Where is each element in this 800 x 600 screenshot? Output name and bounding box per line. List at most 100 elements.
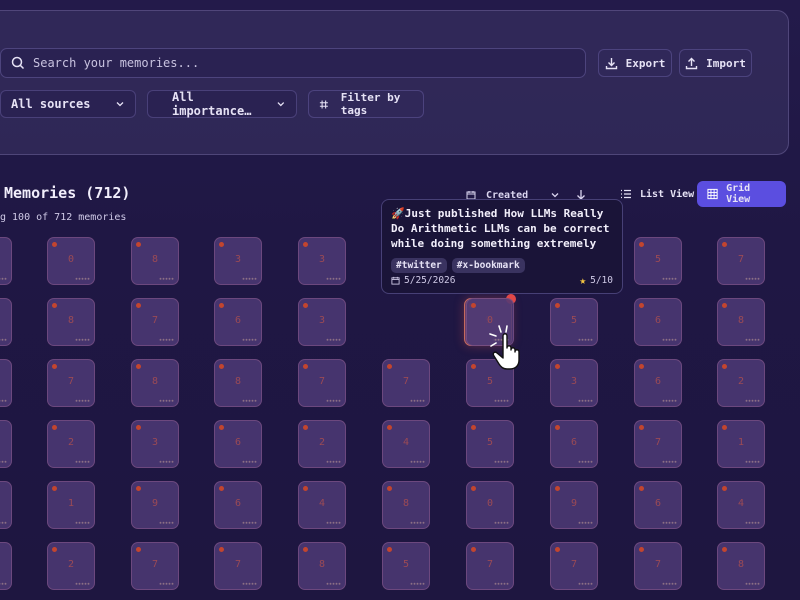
memory-tile[interactable]: 7 ★★★★★ [717, 237, 765, 285]
source-dot [136, 242, 141, 247]
memory-tile[interactable]: 7 ★★★★★ [382, 359, 430, 407]
upload-icon [685, 57, 698, 69]
memory-tile[interactable]: 3 ★★★★★ [550, 359, 598, 407]
source-dot [52, 425, 57, 430]
tile-glyph: 2 [67, 559, 75, 570]
source-dot [219, 486, 224, 491]
memory-tile[interactable]: ★★★★★ [0, 298, 12, 346]
memory-tile[interactable]: 2 ★★★★★ [47, 542, 95, 590]
importance-select-value: All importance… [172, 90, 252, 118]
memory-tile[interactable]: 6 ★★★★★ [214, 481, 262, 529]
tile-glyph: 5 [486, 376, 494, 387]
memory-tile[interactable]: 9 ★★★★★ [131, 481, 179, 529]
importance-stars: ★★★★★ [577, 337, 593, 343]
memory-tile[interactable]: 6 ★★★★★ [634, 359, 682, 407]
importance-stars: ★★★★★ [241, 276, 257, 282]
tile-glyph: 8 [151, 254, 159, 265]
memory-tile[interactable]: 2 ★★★★★ [298, 420, 346, 468]
source-dot [52, 364, 57, 369]
importance-stars: ★★★★★ [409, 520, 425, 526]
memory-tile[interactable]: ★★★★★ [0, 542, 12, 590]
source-dot [52, 547, 57, 552]
memory-tile[interactable]: 6 ★★★★★ [214, 298, 262, 346]
memory-tile[interactable]: 3 ★★★★★ [131, 420, 179, 468]
memory-tile[interactable]: 8 ★★★★★ [382, 481, 430, 529]
memory-tile[interactable]: 3 ★★★★★ [298, 237, 346, 285]
tile-glyph: 7 [654, 559, 662, 570]
tile-glyph: 2 [67, 437, 75, 448]
memory-tile[interactable]: ★★★★★ [0, 420, 12, 468]
memory-tile[interactable]: 6 ★★★★★ [214, 420, 262, 468]
tile-glyph: 8 [67, 315, 75, 326]
importance-stars: ★★★★★ [744, 276, 760, 282]
source-select[interactable]: All sources [0, 90, 136, 118]
tile-glyph: 2 [737, 376, 745, 387]
memory-tile[interactable]: 5 ★★★★★ [550, 298, 598, 346]
memory-tile[interactable]: 8 ★★★★★ [47, 298, 95, 346]
importance-stars: ★★★★★ [493, 398, 509, 404]
memory-tile[interactable]: 8 ★★★★★ [717, 542, 765, 590]
memory-tile[interactable]: 4 ★★★★★ [382, 420, 430, 468]
list-view-button[interactable]: List View [610, 181, 704, 207]
memory-tile[interactable]: 7 ★★★★★ [131, 298, 179, 346]
memory-tile[interactable]: 8 ★★★★★ [214, 359, 262, 407]
memory-tile[interactable]: 0 ★★★★★ [466, 481, 514, 529]
importance-stars: ★★★★★ [661, 398, 677, 404]
memory-tile[interactable]: 7 ★★★★★ [131, 542, 179, 590]
tile-glyph: 6 [234, 498, 242, 509]
tooltip-footer: 5/25/2026 ★ 5/10 [391, 274, 613, 287]
memory-tile[interactable]: 7 ★★★★★ [634, 542, 682, 590]
source-dot [555, 364, 560, 369]
importance-select[interactable]: All importance… [147, 90, 297, 118]
filter-by-tags-button[interactable]: Filter by tags [308, 90, 424, 118]
memory-tile[interactable]: 7 ★★★★★ [214, 542, 262, 590]
memory-tile[interactable]: 1 ★★★★★ [717, 420, 765, 468]
memory-tile[interactable]: 9 ★★★★★ [550, 481, 598, 529]
memory-tile[interactable]: 8 ★★★★★ [717, 298, 765, 346]
memory-tile[interactable]: 7 ★★★★★ [550, 542, 598, 590]
importance-stars: ★★★★★ [241, 581, 257, 587]
memory-tile[interactable]: 2 ★★★★★ [717, 359, 765, 407]
memory-tile[interactable]: 8 ★★★★★ [298, 542, 346, 590]
export-button[interactable]: Export [598, 49, 672, 77]
memory-tile[interactable]: 5 ★★★★★ [634, 237, 682, 285]
importance-stars: ★★★★★ [577, 581, 593, 587]
search-bar[interactable] [0, 48, 586, 78]
import-button[interactable]: Import [679, 49, 752, 77]
memory-tile[interactable]: 0 ★★★★★ [47, 237, 95, 285]
memory-tile[interactable]: ★★★★★ [0, 481, 12, 529]
tag-chip: #x-bookmark [451, 258, 525, 273]
memory-tile[interactable]: 7 ★★★★★ [634, 420, 682, 468]
memory-tile[interactable]: 7 ★★★★★ [47, 359, 95, 407]
memory-tile[interactable]: 1 ★★★★★ [47, 481, 95, 529]
filter-panel [0, 10, 789, 155]
tile-glyph: 4 [402, 437, 410, 448]
memory-tile[interactable]: 8 ★★★★★ [131, 359, 179, 407]
grid-view-button[interactable]: Grid View [697, 181, 786, 207]
memory-tile[interactable]: 3 ★★★★★ [214, 237, 262, 285]
source-dot [722, 303, 727, 308]
memory-tile[interactable]: 7 ★★★★★ [298, 359, 346, 407]
memory-tile[interactable]: 4 ★★★★★ [717, 481, 765, 529]
memory-tile[interactable]: ★★★★★ [0, 359, 12, 407]
importance-stars: ★★★★★ [158, 398, 174, 404]
memory-tile[interactable]: ★★★★★ [0, 237, 12, 285]
importance-stars: ★★★★★ [325, 459, 341, 465]
importance-stars: ★★★★★ [0, 276, 7, 282]
memory-tile[interactable]: 6 ★★★★★ [634, 298, 682, 346]
importance-stars: ★★★★★ [0, 581, 7, 587]
memory-tile[interactable]: 2 ★★★★★ [47, 420, 95, 468]
importance-stars: ★★★★★ [325, 337, 341, 343]
memory-tile[interactable]: 6 ★★★★★ [550, 420, 598, 468]
memory-tile[interactable]: 7 ★★★★★ [466, 542, 514, 590]
memory-tile[interactable]: 5 ★★★★★ [382, 542, 430, 590]
memory-tile[interactable]: 4 ★★★★★ [298, 481, 346, 529]
importance-stars: ★★★★★ [661, 520, 677, 526]
importance-stars: ★★★★★ [74, 276, 90, 282]
memory-tile[interactable]: 5 ★★★★★ [466, 420, 514, 468]
memory-tile[interactable]: 6 ★★★★★ [634, 481, 682, 529]
tile-glyph: 0 [486, 498, 494, 509]
memory-tile[interactable]: 8 ★★★★★ [131, 237, 179, 285]
search-input[interactable] [33, 56, 553, 70]
memory-tile[interactable]: 3 ★★★★★ [298, 298, 346, 346]
